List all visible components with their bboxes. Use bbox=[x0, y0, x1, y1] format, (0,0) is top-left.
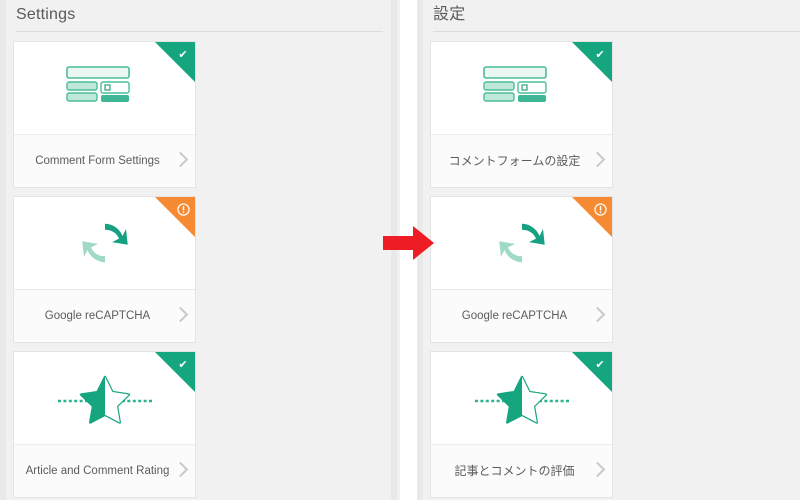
settings-card[interactable]: ✔ Article and Comment Rating bbox=[13, 351, 196, 498]
comment-form-icon bbox=[482, 66, 547, 102]
chevron-right-icon[interactable] bbox=[173, 305, 187, 327]
header-divider-right bbox=[433, 31, 800, 32]
recaptcha-refresh-icon bbox=[498, 223, 545, 263]
translation-arrow-icon bbox=[383, 226, 434, 260]
settings-card[interactable]: Google reCAPTCHA bbox=[13, 196, 196, 343]
settings-card[interactable]: ✔ コメントフォームの設定 bbox=[430, 41, 613, 188]
card-footer[interactable]: Google reCAPTCHA bbox=[14, 289, 195, 342]
page-title-right: 設定 bbox=[433, 6, 466, 23]
card-footer[interactable]: Article and Comment Rating bbox=[14, 444, 195, 497]
chevron-right-icon[interactable] bbox=[590, 305, 604, 327]
card-icon-area bbox=[431, 197, 612, 289]
panel-settings-japanese: 設定 ✔ コメントフォームの設定 Google reCAPTCHA ✔ 記事とコ… bbox=[417, 0, 800, 500]
card-footer[interactable]: 記事とコメントの評価 bbox=[431, 444, 612, 497]
card-icon-area bbox=[431, 352, 612, 444]
panel-header-left: Settings bbox=[6, 0, 391, 34]
card-label: コメントフォームの設定 bbox=[448, 153, 581, 168]
chevron-right-icon[interactable] bbox=[590, 460, 604, 482]
card-icon-area bbox=[431, 42, 612, 134]
page-title-left: Settings bbox=[16, 6, 76, 23]
recaptcha-refresh-icon bbox=[81, 223, 128, 263]
settings-card-grid-left: ✔ Comment Form Settings Google reCAPTCHA… bbox=[6, 34, 384, 500]
panel-settings-english: Settings ✔ Comment Form Settings Google … bbox=[0, 0, 400, 500]
card-icon-area bbox=[14, 197, 195, 289]
card-footer[interactable]: Google reCAPTCHA bbox=[431, 289, 612, 342]
card-icon-area bbox=[14, 42, 195, 134]
card-icon-area bbox=[14, 352, 195, 444]
panel-header-right: 設定 bbox=[423, 0, 800, 34]
card-label: Google reCAPTCHA bbox=[44, 309, 151, 322]
comment-form-icon bbox=[65, 66, 130, 102]
star-rating-icon bbox=[474, 375, 569, 424]
card-label: Comment Form Settings bbox=[35, 154, 160, 167]
card-footer[interactable]: コメントフォームの設定 bbox=[431, 134, 612, 187]
settings-card[interactable]: Google reCAPTCHA bbox=[430, 196, 613, 343]
card-label: Article and Comment Rating bbox=[25, 464, 170, 477]
star-rating-icon bbox=[57, 375, 152, 424]
settings-card-grid-right: ✔ コメントフォームの設定 Google reCAPTCHA ✔ 記事とコメント… bbox=[423, 34, 800, 500]
chevron-right-icon[interactable] bbox=[173, 150, 187, 172]
chevron-right-icon[interactable] bbox=[590, 150, 604, 172]
header-divider-left bbox=[16, 31, 383, 32]
chevron-right-icon[interactable] bbox=[173, 460, 187, 482]
screenshot-stage: Settings ✔ Comment Form Settings Google … bbox=[0, 0, 800, 500]
card-label: Google reCAPTCHA bbox=[461, 309, 568, 322]
settings-card[interactable]: ✔ Comment Form Settings bbox=[13, 41, 196, 188]
settings-card[interactable]: ✔ 記事とコメントの評価 bbox=[430, 351, 613, 498]
card-footer[interactable]: Comment Form Settings bbox=[14, 134, 195, 187]
card-label: 記事とコメントの評価 bbox=[454, 463, 575, 478]
